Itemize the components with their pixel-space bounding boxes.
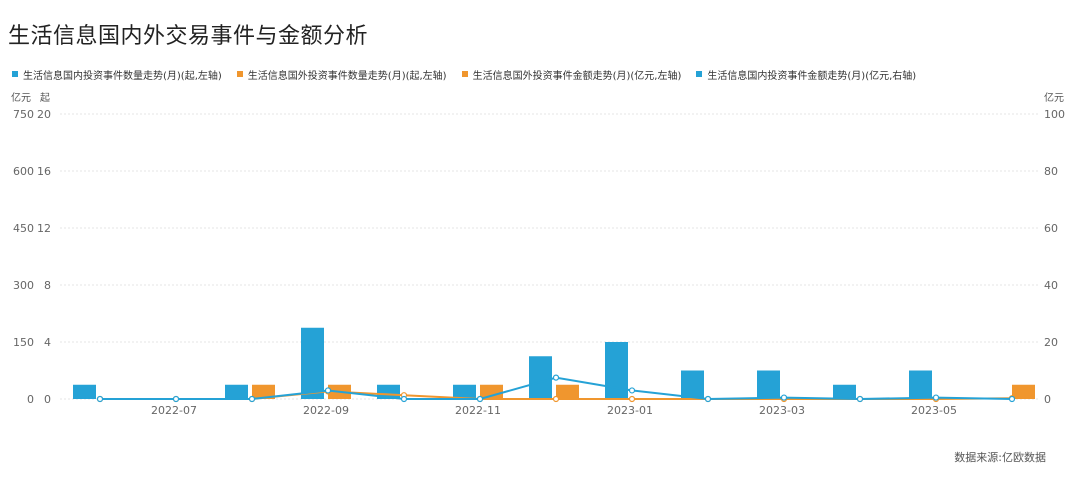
bar xyxy=(480,384,503,399)
y-tick-left-inner: 12 xyxy=(37,222,51,235)
line-point xyxy=(1008,395,1016,403)
x-tick-label: 2023-05 xyxy=(911,404,957,417)
bar xyxy=(757,370,780,399)
y-tick-left-inner: 8 xyxy=(44,279,51,292)
y-tick-left-inner: 16 xyxy=(37,165,51,178)
y-tick-left-outer: 300 xyxy=(13,279,34,292)
line-point xyxy=(476,395,484,403)
bar xyxy=(73,384,96,399)
line-point xyxy=(856,395,864,403)
y-tick-left-outer: 600 xyxy=(13,165,34,178)
y-tick-right: 80 xyxy=(1044,165,1058,178)
chart-plot: 750 20 100600 16 80450 12 60300 8 40150 4 200 0 0亿元起… xyxy=(11,91,1065,417)
y-tick-right: 60 xyxy=(1044,222,1058,235)
line-point xyxy=(780,394,788,401)
y-tick-right: 0 xyxy=(1044,393,1051,406)
bar xyxy=(909,370,932,399)
y-tick-right: 40 xyxy=(1044,279,1058,292)
line-point xyxy=(96,395,104,403)
line-point xyxy=(628,395,636,403)
data-source-note: 数据来源:亿欧数据 xyxy=(954,451,1046,464)
line-point xyxy=(552,374,560,381)
y-tick-left-inner: 0 xyxy=(44,393,51,406)
y-tick-left-outer: 750 xyxy=(13,108,34,121)
y-axis-unit-right: 亿元 xyxy=(1044,91,1064,104)
x-tick-label: 2022-09 xyxy=(303,404,349,417)
y-axis-unit-left-inner: 起 xyxy=(40,92,50,104)
bar xyxy=(225,384,248,399)
bar xyxy=(1012,384,1035,399)
bar xyxy=(556,384,579,399)
x-tick-label: 2023-01 xyxy=(607,404,653,417)
bar xyxy=(681,370,704,399)
x-tick-label: 2023-03 xyxy=(759,404,805,417)
bar xyxy=(529,356,552,399)
line-point xyxy=(324,387,332,394)
y-axis-unit-left-outer: 亿元 xyxy=(11,91,31,104)
y-tick-left-inner: 4 xyxy=(44,336,51,349)
y-tick-left-outer: 0 xyxy=(27,393,34,406)
bar xyxy=(605,342,628,399)
y-tick-left-inner: 20 xyxy=(37,108,51,121)
x-tick-label: 2022-11 xyxy=(455,404,501,417)
bar xyxy=(833,384,856,399)
x-tick-label: 2022-07 xyxy=(151,404,197,417)
y-tick-left-outer: 450 xyxy=(13,222,34,235)
line-point xyxy=(932,394,940,401)
bar xyxy=(301,327,324,399)
y-tick-left-outer: 150 xyxy=(13,336,34,349)
y-tick-right: 100 xyxy=(1044,108,1065,121)
line-point xyxy=(400,395,408,403)
line-point xyxy=(172,395,180,403)
line-point xyxy=(552,395,560,403)
line-point xyxy=(628,387,636,394)
line-point xyxy=(248,395,256,403)
y-tick-right: 20 xyxy=(1044,336,1058,349)
line-point xyxy=(704,395,712,403)
